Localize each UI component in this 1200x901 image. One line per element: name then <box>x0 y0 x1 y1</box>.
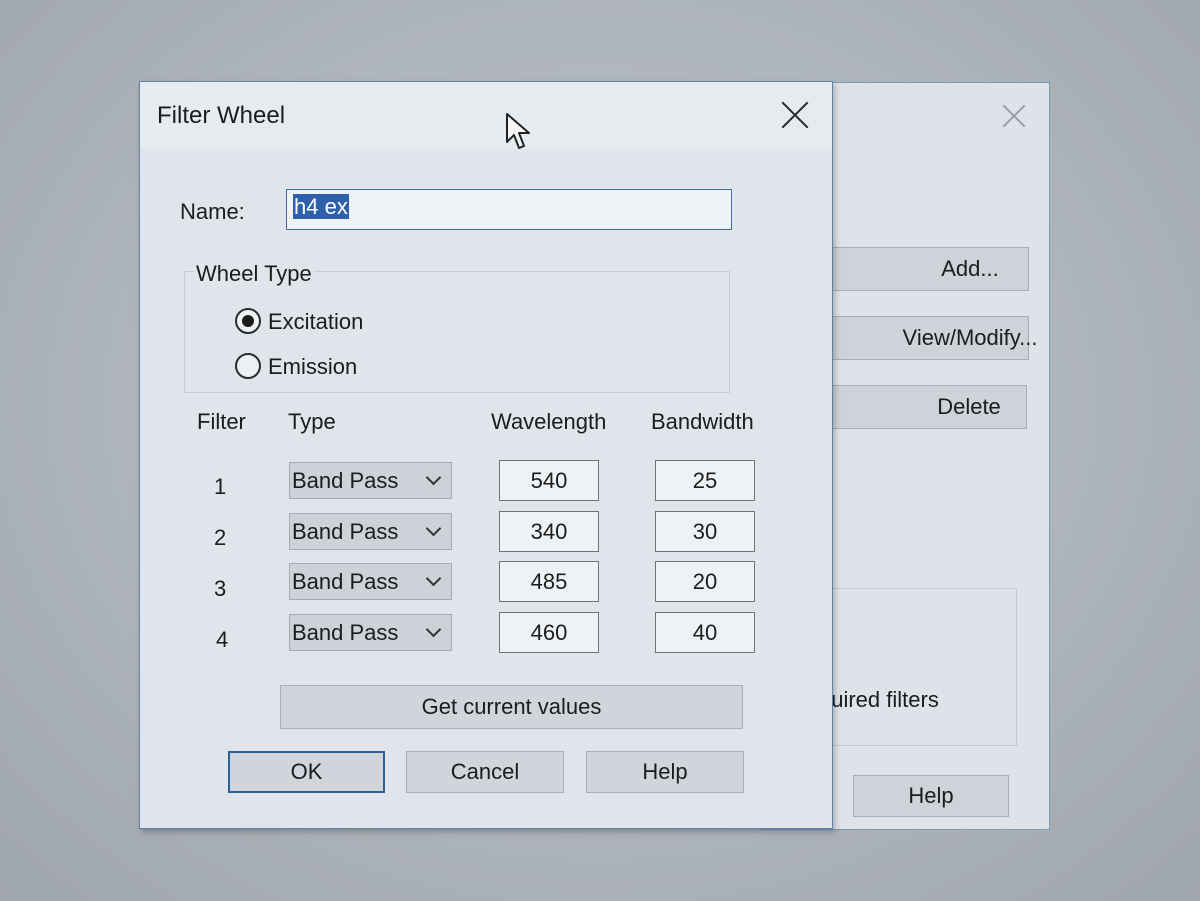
add-button[interactable]: Add... <box>831 247 1029 291</box>
filter-header: Filter <box>197 409 246 434</box>
delete-button[interactable]: Delete <box>831 385 1027 429</box>
bandwidth-value: 25 <box>692 467 718 493</box>
get-current-values-label: Get current values <box>421 694 602 719</box>
ok-button-label: OK <box>290 759 323 784</box>
type-select[interactable]: Band Pass <box>289 462 452 499</box>
wavelength-input[interactable]: 340 <box>499 511 599 552</box>
mouse-cursor-icon <box>506 113 530 149</box>
wavelength-value: 540 <box>530 467 568 493</box>
wavelength-input[interactable]: 540 <box>499 460 599 501</box>
chevron-down-icon <box>425 570 442 587</box>
bandwidth-value: 40 <box>692 619 718 645</box>
filter-wheel-dialog: Filter Wheel Name: h4 ex Wheel Type Exci… <box>139 81 833 829</box>
wheel-type-group <box>184 271 730 393</box>
view-modify-button[interactable]: View/Modify... <box>831 316 1037 360</box>
chevron-down-icon <box>425 469 442 486</box>
emission-label[interactable]: Emission <box>268 354 357 380</box>
name-value: h4 ex <box>293 194 349 219</box>
ok-button[interactable]: OK <box>228 751 385 793</box>
filter-number: 3 <box>214 576 227 601</box>
wavelength-value: 485 <box>530 568 568 594</box>
add-button-label: Add... <box>941 256 999 281</box>
name-input[interactable]: h4 ex <box>286 189 732 230</box>
wavelength-input[interactable]: 460 <box>499 612 599 653</box>
name-label: Name: <box>180 199 245 224</box>
background-help-button[interactable]: Help <box>853 775 1009 817</box>
type-select-value: Band Pass <box>292 518 399 544</box>
wavelength-value: 460 <box>530 619 568 645</box>
bandwidth-header: Bandwidth <box>651 409 754 434</box>
bandwidth-input[interactable]: 30 <box>655 511 755 552</box>
background-close-icon[interactable] <box>1001 103 1027 129</box>
bandwidth-value: 30 <box>692 518 718 544</box>
filter-number: 4 <box>216 627 229 652</box>
required-filters-text: quired filters <box>819 687 939 712</box>
bandwidth-input[interactable]: 20 <box>655 561 755 602</box>
delete-button-label: Delete <box>937 394 1001 419</box>
background-help-label: Help <box>908 783 954 808</box>
type-select[interactable]: Band Pass <box>289 563 452 600</box>
bandwidth-value: 20 <box>692 568 718 594</box>
type-select-value: Band Pass <box>292 467 399 493</box>
get-current-values-button[interactable]: Get current values <box>280 685 743 729</box>
chevron-down-icon <box>425 621 442 638</box>
excitation-label[interactable]: Excitation <box>268 309 363 335</box>
emission-radio[interactable] <box>235 353 261 379</box>
view-modify-button-label: View/Modify... <box>902 325 1038 350</box>
cancel-button-label: Cancel <box>450 759 520 784</box>
wheel-type-label: Wheel Type <box>194 261 314 287</box>
wavelength-value: 340 <box>530 518 568 544</box>
required-filters-group <box>821 588 1017 746</box>
wavelength-input[interactable]: 485 <box>499 561 599 602</box>
bandwidth-input[interactable]: 40 <box>655 612 755 653</box>
bandwidth-input[interactable]: 25 <box>655 460 755 501</box>
help-button[interactable]: Help <box>586 751 744 793</box>
type-select-value: Band Pass <box>292 619 399 645</box>
type-header: Type <box>288 409 336 434</box>
chevron-down-icon <box>425 520 442 537</box>
close-icon[interactable] <box>780 100 810 130</box>
wavelength-header: Wavelength <box>491 409 607 434</box>
help-button-label: Help <box>642 759 688 784</box>
filter-number: 1 <box>214 474 227 499</box>
type-select[interactable]: Band Pass <box>289 513 452 550</box>
cancel-button[interactable]: Cancel <box>406 751 564 793</box>
type-select[interactable]: Band Pass <box>289 614 452 651</box>
filter-number: 2 <box>214 525 227 550</box>
excitation-radio[interactable] <box>235 308 261 334</box>
title-bar[interactable]: Filter Wheel <box>140 82 832 149</box>
type-select-value: Band Pass <box>292 568 399 594</box>
dialog-title: Filter Wheel <box>157 102 286 129</box>
